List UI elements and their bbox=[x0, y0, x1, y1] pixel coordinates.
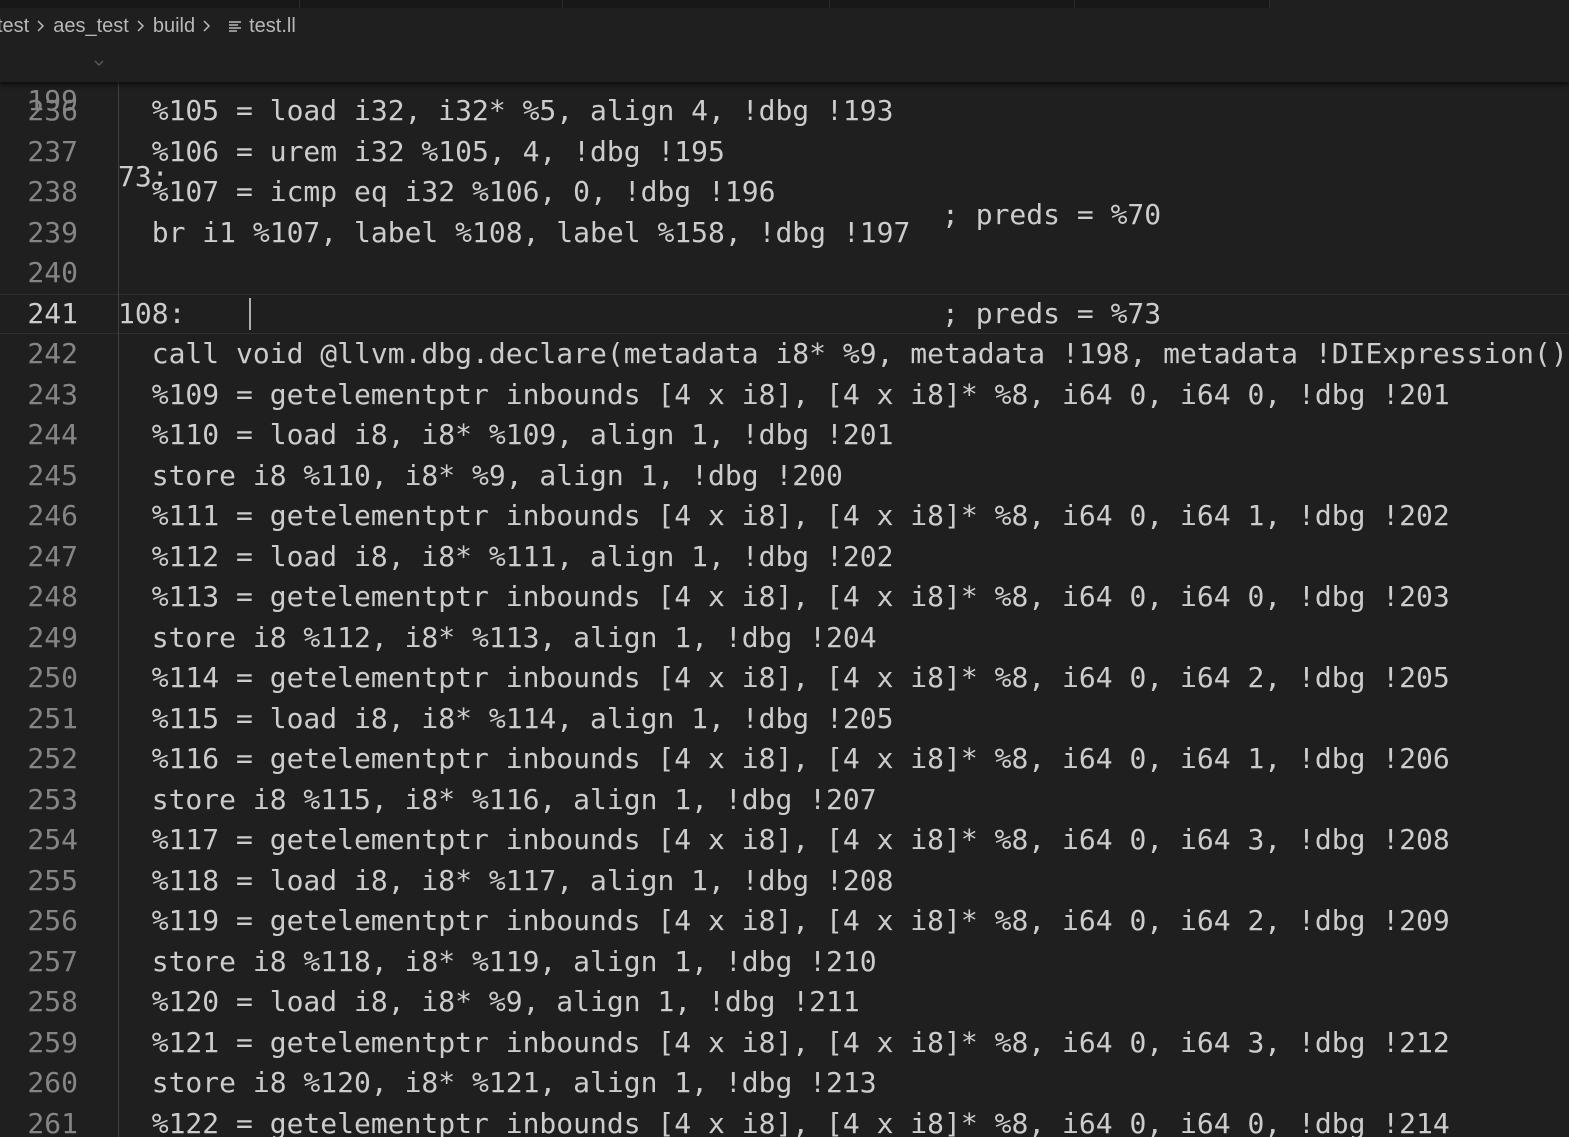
indent-guide bbox=[118, 82, 119, 1137]
code-line[interactable]: 238 %107 = icmp eq i32 %106, 0, !dbg !19… bbox=[0, 172, 1569, 213]
code-line[interactable]: 251 %115 = load i8, i8* %114, align 1, !… bbox=[0, 699, 1569, 740]
line-number: 250 bbox=[27, 661, 78, 694]
code-text: store i8 %120, i8* %121, align 1, !dbg !… bbox=[118, 1066, 877, 1099]
code-lines[interactable]: 236 %105 = load i32, i32* %5, align 4, !… bbox=[0, 0, 1569, 1137]
line-number: 247 bbox=[27, 539, 78, 573]
line-number: 251 bbox=[27, 701, 78, 735]
code-line[interactable]: 256 %119 = getelementptr inbounds [4 x i… bbox=[0, 901, 1569, 942]
code-line[interactable]: 261 %122 = getelementptr inbounds [4 x i… bbox=[0, 1104, 1569, 1137]
line-number: 246 bbox=[27, 499, 78, 532]
line-number: 248 bbox=[27, 580, 78, 613]
code-line[interactable]: 250 %114 = getelementptr inbounds [4 x i… bbox=[0, 658, 1569, 699]
code-line[interactable]: 255 %118 = load i8, i8* %117, align 1, !… bbox=[0, 861, 1569, 902]
code-text: store i8 %112, i8* %113, align 1, !dbg !… bbox=[118, 620, 877, 654]
code-text: %117 = getelementptr inbounds [4 x i8], … bbox=[118, 823, 1450, 856]
sticky-scroll-header[interactable]: 199 73: ; preds = %70 bbox=[0, 44, 1569, 231]
code-text: %119 = getelementptr inbounds [4 x i8], … bbox=[118, 904, 1450, 937]
code-line[interactable]: 239 br i1 %107, label %108, label %158, … bbox=[0, 213, 1569, 254]
line-number: 258 bbox=[27, 985, 78, 1018]
code-text: store i8 %110, i8* %9, align 1, !dbg !20… bbox=[118, 458, 843, 492]
code-line[interactable]: 249 store i8 %112, i8* %113, align 1, !d… bbox=[0, 618, 1569, 659]
code-text: %116 = getelementptr inbounds [4 x i8], … bbox=[118, 742, 1450, 775]
code-text: %113 = getelementptr inbounds [4 x i8], … bbox=[118, 580, 1450, 613]
line-number: 254 bbox=[27, 823, 78, 856]
code-text: %106 = urem i32 %105, 4, !dbg !195 bbox=[118, 134, 725, 168]
line-number: 244 bbox=[27, 418, 78, 451]
code-line[interactable]: 236 %105 = load i32, i32* %5, align 4, !… bbox=[0, 91, 1569, 132]
code-text: %118 = load i8, i8* %117, align 1, !dbg … bbox=[118, 863, 894, 897]
text-cursor bbox=[249, 297, 251, 330]
code-text: %121 = getelementptr inbounds [4 x i8], … bbox=[118, 1025, 1450, 1059]
code-line[interactable]: 259 %121 = getelementptr inbounds [4 x i… bbox=[0, 1023, 1569, 1064]
code-line[interactable]: 246 %111 = getelementptr inbounds [4 x i… bbox=[0, 496, 1569, 537]
line-number: 261 bbox=[27, 1106, 78, 1137]
code-text: %112 = load i8, i8* %111, align 1, !dbg … bbox=[118, 539, 894, 573]
code-text: %122 = getelementptr inbounds [4 x i8], … bbox=[118, 1106, 1450, 1137]
code-text: %111 = getelementptr inbounds [4 x i8], … bbox=[118, 499, 1450, 532]
code-text: %120 = load i8, i8* %9, align 1, !dbg !2… bbox=[118, 985, 860, 1018]
line-number: 243 bbox=[27, 377, 78, 411]
line-number: 259 bbox=[27, 1025, 78, 1059]
code-text: %107 = icmp eq i32 %106, 0, !dbg !196 bbox=[118, 175, 776, 208]
code-text: %115 = load i8, i8* %114, align 1, !dbg … bbox=[118, 701, 894, 735]
fold-chevron-icon[interactable] bbox=[92, 56, 106, 70]
code-line[interactable]: 243 %109 = getelementptr inbounds [4 x i… bbox=[0, 375, 1569, 416]
line-number: 255 bbox=[27, 863, 78, 897]
code-editor[interactable]: test aes_test build test.ll 199 73: ; pr… bbox=[0, 0, 1569, 1137]
code-text: call void @llvm.dbg.declare(metadata i8*… bbox=[118, 337, 1569, 370]
line-number: 257 bbox=[27, 944, 78, 978]
code-line[interactable]: 244 %110 = load i8, i8* %109, align 1, !… bbox=[0, 415, 1569, 456]
code-line[interactable]: 248 %113 = getelementptr inbounds [4 x i… bbox=[0, 577, 1569, 618]
code-text: store i8 %118, i8* %119, align 1, !dbg !… bbox=[118, 944, 877, 978]
code-text: %105 = load i32, i32* %5, align 4, !dbg … bbox=[118, 94, 894, 127]
code-comment: ; preds = %70 bbox=[942, 198, 1162, 231]
code-line[interactable]: 242 call void @llvm.dbg.declare(metadata… bbox=[0, 334, 1569, 375]
code-text: %109 = getelementptr inbounds [4 x i8], … bbox=[118, 377, 1450, 411]
code-line-current[interactable]: 241 108: ; preds = %73 bbox=[0, 294, 1569, 335]
code-line[interactable]: 240 bbox=[0, 253, 1569, 294]
code-comment: ; preds = %73 bbox=[942, 296, 1162, 330]
code-line[interactable]: 254 %117 = getelementptr inbounds [4 x i… bbox=[0, 820, 1569, 861]
code-line[interactable]: 260 store i8 %120, i8* %121, align 1, !d… bbox=[0, 1063, 1569, 1104]
code-line[interactable]: 252 %116 = getelementptr inbounds [4 x i… bbox=[0, 739, 1569, 780]
code-text: 108: bbox=[118, 296, 186, 330]
code-line[interactable]: 247 %112 = load i8, i8* %111, align 1, !… bbox=[0, 537, 1569, 578]
code-text: br i1 %107, label %108, label %158, !dbg… bbox=[118, 215, 911, 249]
line-number: 253 bbox=[27, 782, 78, 816]
line-number: 256 bbox=[27, 904, 78, 937]
code-line[interactable]: 257 store i8 %118, i8* %119, align 1, !d… bbox=[0, 942, 1569, 983]
line-number: 252 bbox=[27, 742, 78, 775]
line-number: 249 bbox=[27, 620, 78, 654]
line-number: 199 bbox=[27, 84, 78, 117]
line-number: 260 bbox=[27, 1066, 78, 1099]
code-text: %114 = getelementptr inbounds [4 x i8], … bbox=[118, 661, 1450, 694]
code-line[interactable]: 245 store i8 %110, i8* %9, align 1, !dbg… bbox=[0, 456, 1569, 497]
line-number: 245 bbox=[27, 458, 78, 492]
line-number: 242 bbox=[27, 337, 78, 370]
code-line[interactable]: 237 %106 = urem i32 %105, 4, !dbg !195 bbox=[0, 132, 1569, 173]
line-number: 241 bbox=[27, 296, 78, 330]
code-line[interactable]: 258 %120 = load i8, i8* %9, align 1, !db… bbox=[0, 982, 1569, 1023]
code-text: 73: bbox=[118, 160, 169, 193]
code-text: %110 = load i8, i8* %109, align 1, !dbg … bbox=[118, 418, 894, 451]
code-line[interactable]: 253 store i8 %115, i8* %116, align 1, !d… bbox=[0, 780, 1569, 821]
code-text: store i8 %115, i8* %116, align 1, !dbg !… bbox=[118, 782, 877, 816]
